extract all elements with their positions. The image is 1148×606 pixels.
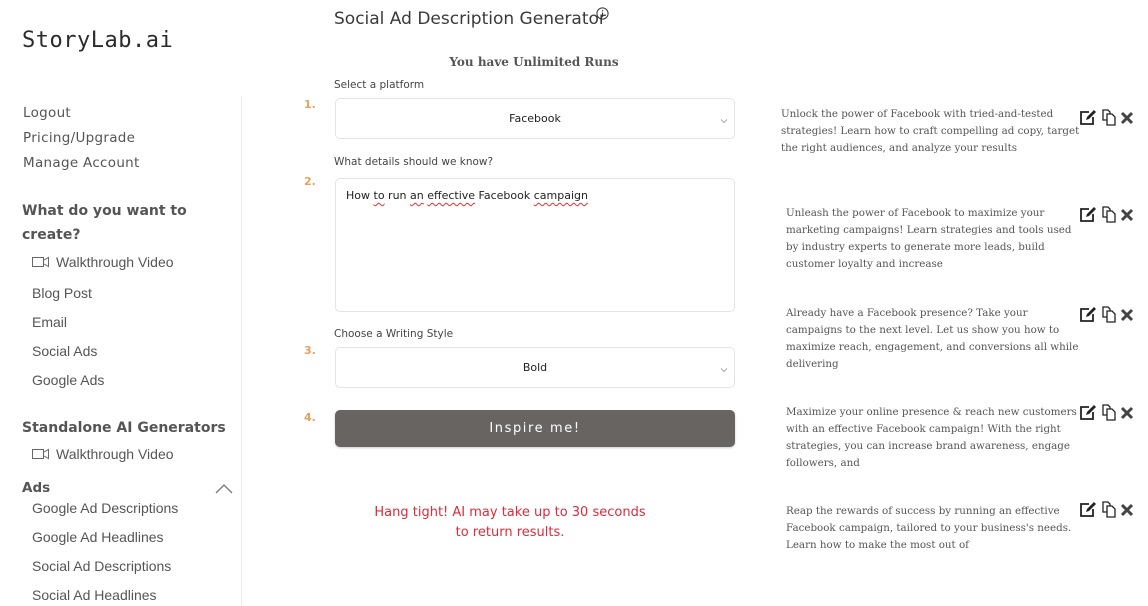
result-item: Unleash the power of Facebook to maximiz…: [786, 207, 1072, 270]
platform-select[interactable]: Facebook: [335, 98, 735, 139]
result-actions: [1079, 501, 1134, 523]
copy-icon[interactable]: [1100, 306, 1118, 328]
result-actions: [1079, 206, 1134, 228]
chevron-down-icon: [720, 363, 728, 376]
result-actions: [1079, 404, 1134, 426]
result-actions: [1079, 306, 1134, 328]
create-heading-line2: create?: [22, 227, 81, 243]
delete-icon[interactable]: [1120, 208, 1134, 227]
copy-icon[interactable]: [1100, 109, 1118, 131]
details-text: How: [346, 189, 374, 202]
sidebar-item-label: Walkthrough Video: [56, 254, 174, 270]
step-number-2: 2.: [304, 175, 316, 188]
delete-icon[interactable]: [1120, 308, 1134, 327]
result-actions: [1079, 109, 1134, 131]
create-heading-line1: What do you want to: [22, 203, 187, 219]
sidebar-item-blog-post[interactable]: Blog Post: [32, 285, 92, 301]
sidebar-item-walkthrough-video[interactable]: Walkthrough Video: [32, 254, 174, 270]
edit-icon[interactable]: [1079, 206, 1098, 228]
platform-select-value: Facebook: [509, 112, 561, 125]
ads-group-heading[interactable]: Ads: [22, 476, 50, 500]
edit-icon[interactable]: [1079, 306, 1098, 328]
page-title: Social Ad Description Generator: [334, 9, 606, 29]
result-item: Maximize your online presence & reach ne…: [786, 406, 1077, 469]
sidebar-item-google-ad-headlines[interactable]: Google Ad Headlines: [32, 529, 164, 545]
sidebar-item-social-ad-descriptions[interactable]: Social Ad Descriptions: [32, 558, 171, 574]
sidebar-item-social-ad-headlines[interactable]: Social Ad Headlines: [32, 587, 157, 603]
sidebar-item-google-ad-descriptions[interactable]: Google Ad Descriptions: [32, 500, 178, 516]
sidebar-item-email[interactable]: Email: [32, 314, 67, 330]
edit-icon[interactable]: [1079, 109, 1098, 131]
platform-label: Select a platform: [334, 79, 425, 91]
details-text: Facebook: [475, 189, 534, 202]
details-text: to: [373, 189, 385, 202]
step-number-4: 4.: [304, 411, 316, 424]
delete-icon[interactable]: [1120, 111, 1134, 130]
sidebar-item-social-ads[interactable]: Social Ads: [32, 343, 97, 359]
video-icon: [32, 448, 50, 460]
result-item: Unlock the power of Facebook with tried-…: [781, 108, 1080, 154]
chevron-up-icon[interactable]: [215, 482, 233, 500]
edit-icon[interactable]: [1079, 501, 1098, 523]
step-number-3: 3.: [304, 344, 316, 357]
manage-account-link[interactable]: Manage Account: [23, 155, 140, 171]
logout-link[interactable]: Logout: [23, 105, 71, 121]
delete-icon[interactable]: [1120, 406, 1134, 425]
runs-remaining-text: You have Unlimited Runs: [449, 55, 619, 69]
inspire-me-button[interactable]: Inspire me!: [335, 410, 735, 447]
details-text: campaign: [533, 189, 588, 202]
sidebar-item-google-ads[interactable]: Google Ads: [32, 372, 104, 388]
storylab-logo[interactable]: StoryLab.ai: [22, 28, 173, 53]
details-label: What details should we know?: [334, 156, 494, 168]
copy-icon[interactable]: [1100, 404, 1118, 426]
copy-icon[interactable]: [1100, 501, 1118, 523]
copy-icon[interactable]: [1100, 206, 1118, 228]
video-icon: [32, 256, 50, 268]
details-text: an: [410, 189, 424, 202]
create-section-heading: What do you want to create?: [22, 199, 187, 247]
wait-message-line1: Hang tight! AI may take up to 30 seconds: [374, 505, 646, 520]
pricing-upgrade-link[interactable]: Pricing/Upgrade: [23, 130, 135, 146]
writing-style-label: Choose a Writing Style: [334, 328, 454, 340]
details-text: effective: [427, 189, 476, 202]
sidebar-item-standalone-walkthrough-video[interactable]: Walkthrough Video: [32, 446, 174, 462]
standalone-section-heading: Standalone AI Generators: [22, 420, 226, 436]
step-number-1: 1.: [304, 98, 316, 111]
details-textarea[interactable]: How to run an effective Facebook campaig…: [335, 178, 735, 312]
sidebar-item-label: Walkthrough Video: [56, 446, 174, 462]
writing-style-select-value: Bold: [522, 361, 548, 374]
delete-icon[interactable]: [1120, 503, 1134, 522]
chevron-down-icon: [720, 114, 728, 127]
result-item: Reap the rewards of success by running a…: [786, 505, 1072, 551]
info-icon[interactable]: [596, 7, 609, 25]
wait-message-line2: to return results.: [455, 525, 565, 540]
writing-style-select[interactable]: Bold: [335, 347, 735, 388]
wait-message: Hang tight! AI may take up to 30 seconds…: [344, 503, 676, 543]
edit-icon[interactable]: [1079, 404, 1098, 426]
result-item: Already have a Facebook presence? Take y…: [786, 307, 1079, 370]
details-text: run: [384, 189, 411, 202]
